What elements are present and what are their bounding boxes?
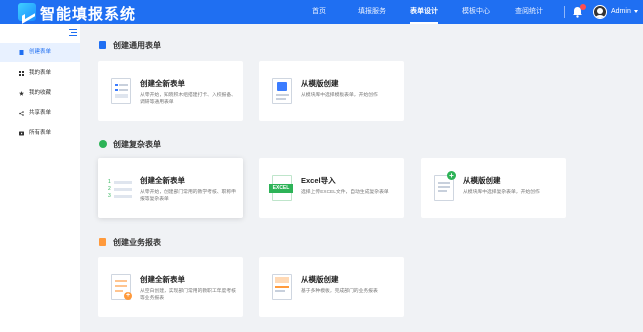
card-desc: 从模块库中选择模板表单，开始创作 bbox=[301, 93, 378, 98]
card-desc: 从空白创建，实现部门常用的教职工年度考核等业务报表 bbox=[140, 289, 236, 301]
card-from-template-general[interactable]: 从模版创建 从模块库中选择模板表单，开始创作 bbox=[259, 61, 404, 121]
video-icon bbox=[19, 131, 24, 136]
card-from-template-complex[interactable]: + 从模版创建 从模块库中选择复杂表单，开始创作 bbox=[421, 158, 566, 218]
card-create-new-complex[interactable]: 123 创建全新表单 从零开始，创建部门常用的教学考核、职称申报等复杂表单 bbox=[98, 158, 243, 218]
section-title-general: 创建通用表单 bbox=[113, 41, 161, 50]
sidebar-item-label: 我的表单 bbox=[29, 70, 52, 76]
avatar[interactable] bbox=[593, 5, 607, 19]
sidebar: 创建表单 我的表单 我的收藏 共享表单 所有表单 bbox=[0, 24, 80, 332]
card-desc: 从零开始，知晓积木组搭建打卡、入校报备、调研等通用表单 bbox=[140, 93, 236, 105]
sidebar-item-label: 创建表单 bbox=[29, 49, 52, 55]
template-illustration-icon bbox=[269, 77, 295, 107]
nav-form-design[interactable]: 表单设计 bbox=[410, 0, 438, 24]
sidebar-item-label: 共享表单 bbox=[29, 110, 52, 116]
section-title-business: 创建业务报表 bbox=[113, 238, 161, 247]
card-create-new-report[interactable]: + 创建全新表单 从空白创建，实现部门常用的教职工年度考核等业务报表 bbox=[98, 257, 243, 317]
card-desc: 从模块库中选择复杂表单，开始创作 bbox=[463, 190, 540, 195]
card-title: 创建全新表单 bbox=[140, 176, 185, 185]
sidebar-item-my-forms[interactable]: 我的表单 bbox=[0, 64, 80, 83]
doc-icon bbox=[19, 50, 24, 55]
card-desc: 从零开始，创建部门常用的教学考核、职称申报等复杂表单 bbox=[140, 190, 236, 202]
nav-fill-service[interactable]: 填报服务 bbox=[358, 0, 386, 24]
card-title: 创建全新表单 bbox=[140, 275, 185, 284]
nav-template-center[interactable]: 模板中心 bbox=[462, 0, 490, 24]
card-title: 从模版创建 bbox=[301, 79, 339, 88]
section-title-complex: 创建复杂表单 bbox=[113, 140, 161, 149]
logo-icon bbox=[18, 3, 36, 21]
user-name[interactable]: Admin bbox=[611, 0, 631, 24]
report-template-icon bbox=[269, 273, 295, 303]
card-from-template-report[interactable]: 从模版创建 基于多种模板，完成部门的业务报表 bbox=[259, 257, 404, 317]
nav-home[interactable]: 首页 bbox=[312, 0, 326, 24]
sidebar-item-label: 所有表单 bbox=[29, 130, 52, 136]
sidebar-item-favorites[interactable]: 我的收藏 bbox=[0, 84, 80, 103]
card-desc: 选择上传EXCEL文件，自动生成复杂表单 bbox=[301, 190, 389, 195]
card-create-new-general[interactable]: 创建全新表单 从零开始，知晓积木组搭建打卡、入校报备、调研等通用表单 bbox=[98, 61, 243, 121]
sidebar-item-create-form[interactable]: 创建表单 bbox=[0, 43, 80, 62]
section-icon bbox=[99, 140, 107, 148]
share-icon bbox=[19, 111, 24, 116]
header-divider bbox=[564, 6, 565, 18]
card-desc: 基于多种模板，完成部门的业务报表 bbox=[301, 289, 378, 294]
excel-icon: EXCEL bbox=[269, 174, 295, 204]
section-icon bbox=[99, 238, 106, 246]
sidebar-item-shared-forms[interactable]: 共享表单 bbox=[0, 104, 80, 123]
card-title: 从模版创建 bbox=[301, 275, 339, 284]
card-title: 从模版创建 bbox=[463, 176, 501, 185]
card-title: Excel导入 bbox=[301, 176, 336, 185]
numbered-list-icon: 123 bbox=[108, 174, 134, 204]
chevron-down-icon[interactable] bbox=[634, 10, 638, 13]
menu-collapse-icon[interactable] bbox=[69, 29, 77, 36]
app-brand: 智能填报系统 bbox=[40, 6, 137, 23]
top-header: 智能填报系统 首页 填报服务 表单设计 模板中心 查阅统计 Admin bbox=[0, 0, 643, 24]
report-illustration-icon: + bbox=[108, 273, 134, 303]
template-add-icon: + bbox=[431, 171, 457, 204]
nav-query-stats[interactable]: 查阅统计 bbox=[515, 0, 543, 24]
grid-icon bbox=[19, 71, 24, 76]
section-icon bbox=[99, 41, 106, 49]
card-title: 创建全新表单 bbox=[140, 79, 185, 88]
sidebar-item-label: 我的收藏 bbox=[29, 90, 52, 96]
notification-badge bbox=[580, 4, 586, 10]
card-excel-import[interactable]: EXCEL Excel导入 选择上传EXCEL文件，自动生成复杂表单 bbox=[259, 158, 404, 218]
star-icon bbox=[19, 91, 24, 96]
sidebar-item-all-forms[interactable]: 所有表单 bbox=[0, 124, 80, 143]
form-illustration-icon bbox=[108, 77, 134, 107]
